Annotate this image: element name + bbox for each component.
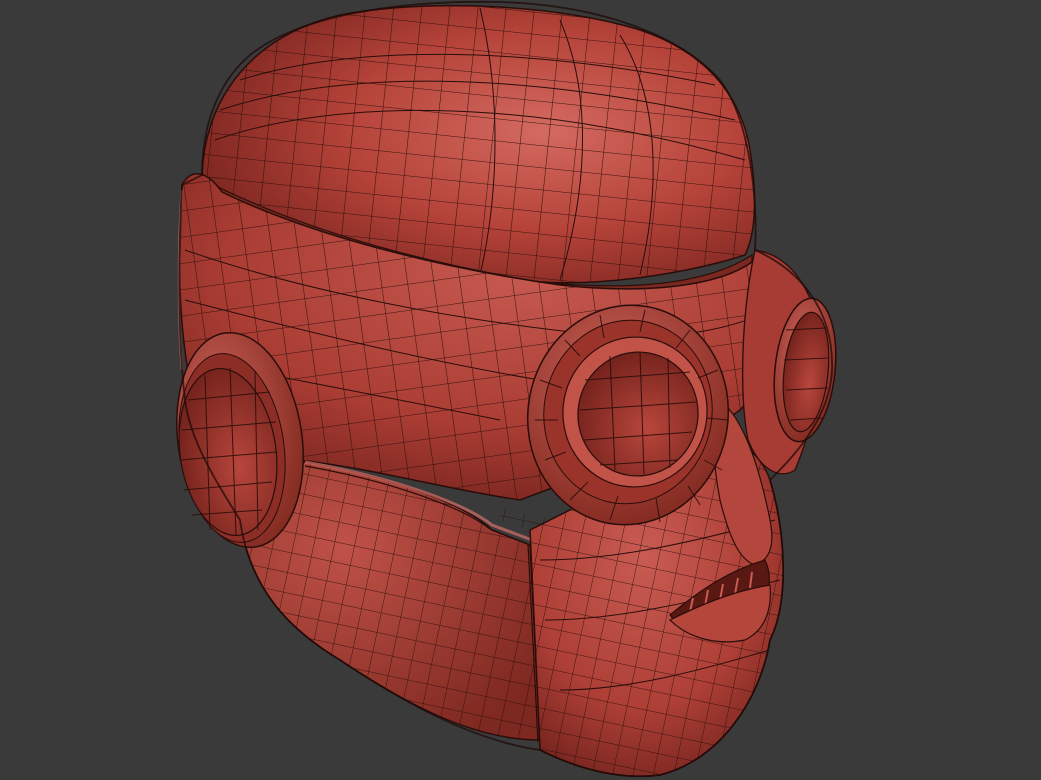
3d-viewport[interactable] [0, 0, 1041, 780]
helmet-model-render[interactable] [0, 0, 1041, 780]
